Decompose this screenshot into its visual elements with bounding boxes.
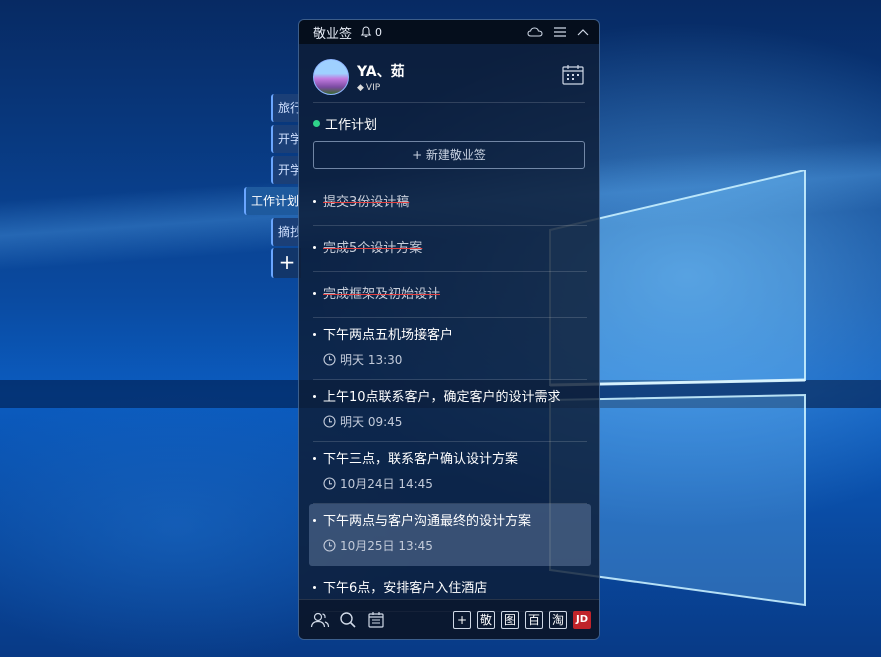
note-item[interactable]: 提交3份设计稿 bbox=[299, 180, 599, 226]
clock-icon bbox=[323, 539, 336, 552]
note-item[interactable]: 完成框架及初始设计 bbox=[299, 272, 599, 318]
note-item[interactable]: 下午三点，联系客户确认设计方案 10月24日 14:45 bbox=[299, 442, 599, 504]
note-text: 下午两点五机场接客户 bbox=[323, 328, 454, 343]
note-list: 提交3份设计稿 完成5个设计方案完成框架及初始设计 下午两点五机场接客户明天 13:… bbox=[299, 180, 599, 612]
cloud-sync-button[interactable] bbox=[527, 26, 543, 38]
bullet bbox=[313, 586, 316, 589]
add-group-button[interactable]: + bbox=[271, 248, 301, 278]
notification-count: 0 bbox=[375, 25, 383, 39]
note-text: 上午10点联系客户，确定客户的设计需求 bbox=[323, 390, 561, 405]
menu-button[interactable] bbox=[553, 26, 567, 38]
vip-label: VIP bbox=[365, 83, 381, 93]
group-header: 工作计划 bbox=[299, 103, 599, 133]
note-item[interactable]: 上午10点联系客户，确定客户的设计需求明天 09:45 bbox=[299, 380, 599, 442]
note-text: 完成框架及初始设计 bbox=[323, 287, 441, 302]
bell-icon bbox=[360, 26, 372, 38]
note-text: 下午6点，安排客户入住酒店 bbox=[323, 581, 488, 596]
side-tab[interactable]: 工作计划 bbox=[244, 187, 300, 215]
baidu-button[interactable]: 百 bbox=[525, 610, 543, 629]
menu-icon bbox=[554, 27, 566, 37]
notes-icon bbox=[368, 611, 384, 628]
notes-button[interactable] bbox=[365, 609, 387, 631]
note-text: 完成5个设计方案 bbox=[323, 241, 423, 256]
note-item[interactable]: 下午两点与客户沟通最终的设计方案 10月25日 13:45 bbox=[309, 504, 591, 566]
note-item[interactable]: 下午两点五机场接客户明天 13:30 bbox=[299, 318, 599, 380]
clock-icon bbox=[323, 415, 336, 428]
collapse-icon bbox=[577, 29, 589, 36]
side-tab[interactable]: 开学 bbox=[271, 156, 299, 184]
calendar-button[interactable] bbox=[561, 64, 585, 90]
note-text: 提交3份设计稿 bbox=[323, 195, 410, 210]
user-name: YA、茹 bbox=[357, 64, 405, 80]
reminder-time-text: 明天 09:45 bbox=[340, 415, 403, 429]
collapse-button[interactable] bbox=[577, 27, 589, 37]
app-title: 敬业签 bbox=[313, 26, 353, 42]
note-reminder-time: 明天 13:30 bbox=[323, 351, 589, 368]
reminder-time-text: 10月25日 13:45 bbox=[340, 539, 433, 553]
side-tab[interactable]: 旅行 bbox=[271, 94, 299, 122]
reminder-time-text: 明天 13:30 bbox=[340, 353, 403, 367]
user-profile: YA、茹 ◆ VIP bbox=[299, 44, 599, 102]
bullet bbox=[313, 457, 316, 460]
quick-link-buttons: + 敬图百淘 JD bbox=[447, 610, 591, 629]
bullet bbox=[313, 333, 316, 336]
clock-icon bbox=[323, 353, 336, 366]
image-button[interactable]: 图 bbox=[501, 610, 519, 629]
note-item[interactable]: 完成5个设计方案 bbox=[299, 226, 599, 272]
group-status-dot bbox=[313, 119, 320, 127]
reminder-time-text: 10月24日 14:45 bbox=[340, 477, 433, 491]
bottom-toolbar: + 敬图百淘 JD bbox=[299, 599, 599, 639]
note-reminder-time: 10月24日 14:45 bbox=[323, 475, 589, 492]
diamond-icon: ◆ bbox=[357, 83, 364, 93]
note-text: 下午三点，联系客户确认设计方案 bbox=[323, 452, 519, 467]
notification-bell[interactable]: 0 bbox=[360, 26, 382, 39]
note-text: 下午两点与客户沟通最终的设计方案 bbox=[323, 514, 532, 529]
search-icon bbox=[340, 611, 356, 628]
add-button[interactable]: + bbox=[453, 610, 471, 629]
title-bar: 敬业签 0 bbox=[299, 20, 599, 44]
bullet bbox=[313, 246, 316, 249]
calendar-icon bbox=[562, 65, 584, 85]
jd-button[interactable]: JD bbox=[573, 610, 591, 629]
contacts-icon bbox=[310, 612, 330, 627]
avatar[interactable] bbox=[313, 59, 349, 95]
clock-icon bbox=[323, 477, 336, 490]
bullet bbox=[313, 292, 316, 295]
new-note-button[interactable]: + 新建敬业签 bbox=[313, 141, 585, 169]
note-reminder-time: 10月25日 13:45 bbox=[323, 537, 579, 554]
note-panel: 敬业签 0 YA、茹 ◆ VIP 工作计划 + 新建敬业签 提交3份设计稿 完成… bbox=[298, 19, 600, 640]
bullet bbox=[313, 200, 316, 203]
search-button[interactable] bbox=[337, 609, 359, 631]
jingye-button[interactable]: 敬 bbox=[477, 610, 495, 629]
vip-badge: ◆ VIP bbox=[357, 83, 405, 93]
cloud-icon bbox=[527, 27, 543, 37]
contacts-button[interactable] bbox=[309, 609, 331, 631]
group-title: 工作计划 bbox=[325, 117, 378, 133]
note-reminder-time: 明天 09:45 bbox=[323, 413, 589, 430]
side-tab[interactable]: 摘抄 bbox=[271, 218, 299, 246]
bullet bbox=[313, 395, 316, 398]
taobao-button[interactable]: 淘 bbox=[549, 610, 567, 629]
side-tab[interactable]: 开学 bbox=[271, 125, 299, 153]
bullet bbox=[313, 519, 316, 522]
